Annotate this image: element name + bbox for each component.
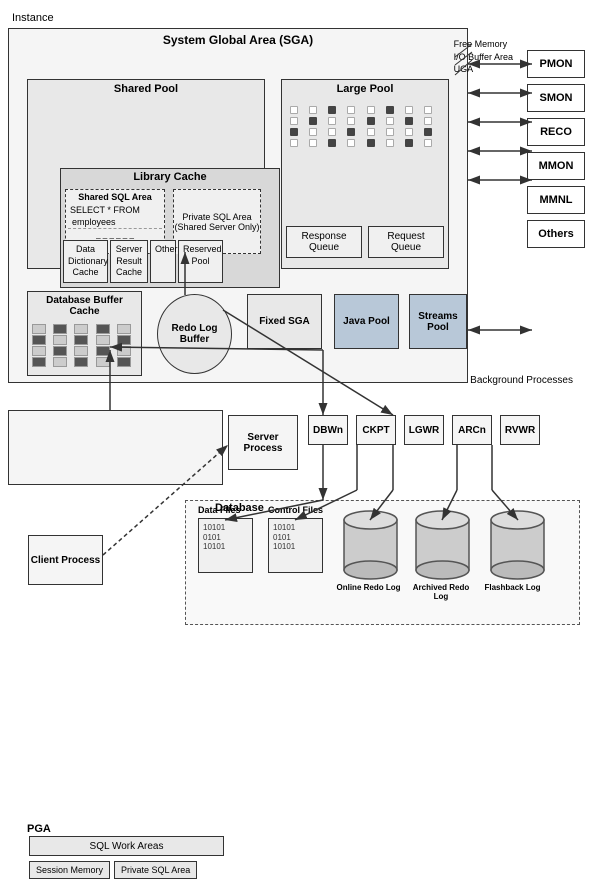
archived-redo-label: Archived Redo Log [406,583,476,601]
fixed-sga: Fixed SGA [247,294,322,349]
dbwn-box: DBWn [308,415,348,445]
smon-box: SMON [527,84,585,112]
bottom-process-boxes: DBWn CKPT LGWR ARCn RVWR [308,415,540,445]
large-pool-label: Large Pool [337,83,394,95]
mmon-box: MMON [527,152,585,180]
shared-pool: Shared Pool Library Cache Shared SQL Are… [27,79,265,269]
background-processes-label: Background Processes [470,375,573,386]
pga-box: PGA SQL Work Areas Session Memory Privat… [8,410,223,485]
archived-redo-log [415,510,470,583]
flashback-log [490,510,545,583]
server-process: Server Process [228,415,298,470]
free-memory-label: Free Memory [454,38,513,51]
ckpt-box: CKPT [356,415,396,445]
rvwr-box: RVWR [500,415,540,445]
large-pool: Large Pool Response Queue Request Queue [281,79,449,269]
private-sql-area-pga: Private SQL Area [114,861,197,879]
session-memory-box: Session Memory [29,861,110,879]
server-result-box: Server Result Cache [110,240,148,283]
instance-label: Instance [12,12,54,24]
client-process: Client Process [28,535,103,585]
others-box: Others [527,220,585,248]
sga-label: System Global Area (SGA) [163,33,313,47]
control-files-label: Control Files [268,505,323,515]
data-files-label: Data Files [198,505,241,515]
reco-box: RECO [527,118,585,146]
io-buffer-label: I/O Buffer Area [454,51,513,64]
arcn-box: ARCn [452,415,492,445]
sql-line2: employees [72,217,116,227]
diagram-container: Instance System Global Area (SGA) Shared… [0,0,593,639]
uga-label: UGA [454,63,513,76]
mmnl-box: MMNL [527,186,585,214]
data-files-box: 10101010110101 [198,518,253,573]
private-sql-area-label: Private SQL Area (Shared Server Only) [174,212,260,232]
redo-log-buffer: Redo Log Buffer [157,294,232,374]
database-buffer-cache: Database Buffer Cache [27,291,142,376]
reserved-pool-box: Reserved Pool [178,240,223,283]
request-queue: Request Queue [387,231,424,253]
streams-pool: Streams Pool [409,294,467,349]
online-redo-label: Online Redo Log [336,583,401,592]
lgwr-box: LGWR [404,415,444,445]
java-pool: Java Pool [334,294,399,349]
other-box: Other [150,240,176,283]
shared-sql-area-label: Shared SQL Area [78,192,152,202]
sql-line1: SELECT * FROM [70,205,140,215]
memory-labels: Free Memory I/O Buffer Area UGA [454,38,513,76]
sga-box: System Global Area (SGA) Shared Pool Lib… [8,28,468,383]
pga-label: PGA [27,823,51,835]
library-cache-label: Library Cache [133,171,206,183]
online-redo-log [343,510,398,583]
background-processes: PMON SMON RECO MMON MMNL Others [527,50,585,248]
flashback-label: Flashback Log [480,583,545,592]
data-dictionary-box: Data Dictionary Cache [63,240,108,283]
shared-pool-label: Shared Pool [114,83,178,95]
response-queue: Response Queue [301,231,346,253]
sql-work-areas: SQL Work Areas [29,836,224,856]
pmon-box: PMON [527,50,585,78]
control-files-box: 10101010110101 [268,518,323,573]
